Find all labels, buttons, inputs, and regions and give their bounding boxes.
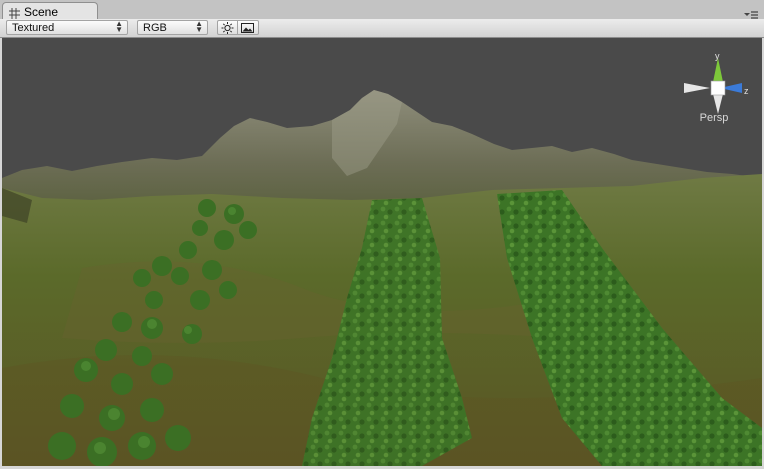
scene-toolbar: Textured ▲ ▼ RGB ▲ ▼	[0, 19, 764, 38]
terrain-view	[2, 38, 762, 466]
gizmo-z-label: z	[744, 86, 749, 96]
gizmo-center-cube[interactable]	[710, 80, 726, 96]
gizmo-y-axis-arrow[interactable]	[713, 58, 723, 82]
scene-fx-toggle[interactable]	[238, 20, 259, 35]
scene-grid-icon	[9, 6, 20, 19]
scene-viewport[interactable]: y z Persp	[2, 38, 762, 466]
sun-icon	[221, 22, 234, 34]
projection-label[interactable]: Persp	[692, 112, 736, 124]
render-mode-value: Textured	[12, 22, 55, 34]
channel-mode-value: RGB	[143, 22, 167, 34]
gizmo-neg-y-arrow[interactable]	[713, 94, 723, 114]
image-icon	[241, 23, 254, 33]
dropdown-arrows-icon: ▲ ▼	[195, 19, 203, 34]
tab-strip: Scene	[0, 0, 764, 20]
channel-mode-dropdown[interactable]: RGB ▲ ▼	[137, 20, 208, 35]
gizmo-neg-x-arrow[interactable]	[684, 83, 710, 93]
dropdown-arrows-icon: ▲ ▼	[115, 19, 123, 34]
render-mode-dropdown[interactable]: Textured ▲ ▼	[6, 20, 128, 35]
panel-menu-icon[interactable]	[744, 8, 758, 19]
gizmo-y-label: y	[715, 52, 720, 61]
scene-lighting-toggle[interactable]	[217, 20, 238, 35]
scene-window: Scene Textured ▲ ▼ RGB ▲ ▼ y z Persp	[0, 0, 764, 469]
tab-scene[interactable]: Scene	[2, 2, 98, 20]
tab-scene-label: Scene	[24, 5, 59, 19]
